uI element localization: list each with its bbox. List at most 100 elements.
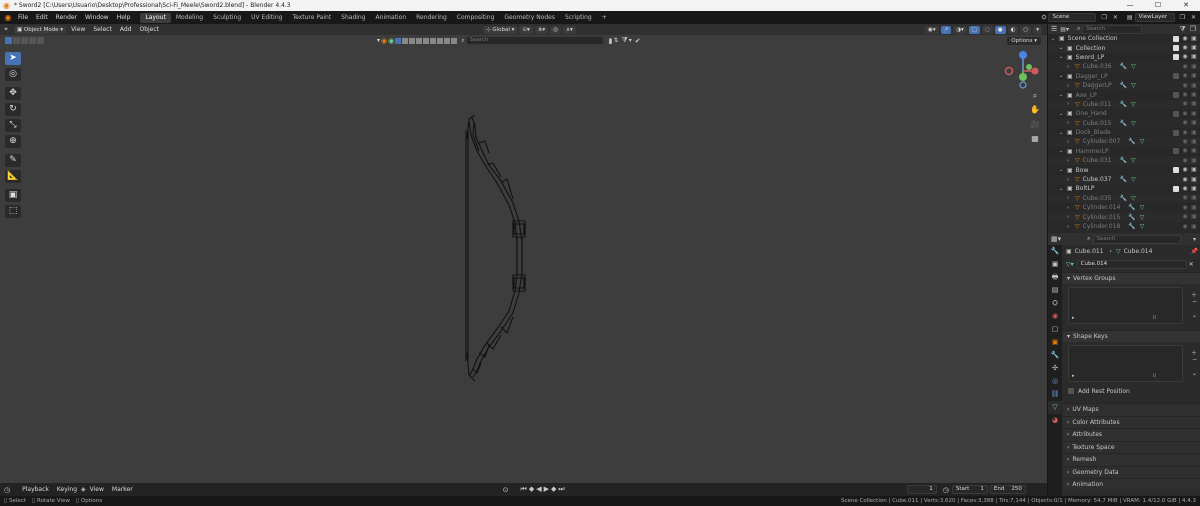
tool-add-object-icon[interactable]: ⬚ [5,205,21,218]
exclude-checkbox[interactable] [1173,129,1179,136]
mesh-data-icon[interactable]: ▽ [1131,195,1136,202]
tool-scale-icon[interactable]: ⤡ [5,119,21,132]
camera-render-icon[interactable]: ▣ [1191,82,1197,89]
scene-field[interactable]: Scene [1048,13,1097,22]
filter-icon-7[interactable] [423,37,430,44]
camera-render-icon[interactable]: ▣ [1191,63,1197,70]
expand-arrow-icon[interactable]: ⌄ [1059,92,1064,98]
outliner-item-name[interactable]: Axe_LP [1076,92,1097,99]
copy-view-layer-icon[interactable]: ❐ [1180,14,1185,21]
tool-rotate-icon[interactable]: ↻ [5,103,21,116]
modifier-icon[interactable]: 🔧 [1128,214,1135,221]
shading-wireframe-icon[interactable]: ◌ [981,25,993,34]
shading-solid-icon[interactable]: ● [994,25,1006,34]
world-tab-icon[interactable]: ◉ [1048,310,1062,323]
current-frame-field[interactable]: 1 [906,485,937,494]
tool-measure-icon[interactable]: 📐 [5,170,21,183]
outliner-item-name[interactable]: Cube.015 [1083,120,1112,127]
tool-cursor-icon[interactable]: ◎ [5,68,21,81]
uv-maps-panel-header[interactable]: › UV Maps [1063,403,1200,416]
outliner-item-name[interactable]: Dagger_LP [1076,73,1108,80]
outliner-item-name[interactable]: Cylinder.015 [1083,214,1121,221]
tab-compositing[interactable]: Compositing [452,13,500,23]
expand-arrow-icon[interactable]: › [1067,64,1072,70]
tool-tab-icon[interactable]: 🔧 [1048,245,1062,258]
camera-render-icon[interactable]: ▣ [1191,204,1197,211]
eye-icon[interactable]: ◉ [1182,167,1188,173]
delete-view-layer-icon[interactable]: ✕ [1191,14,1196,21]
camera-render-icon[interactable]: ▣ [1191,73,1197,79]
shape-keys-resize-icon[interactable]: ▸ [1072,373,1075,379]
outliner-row[interactable]: › ▽ Cube.031 🔧 ▽ ◉ ▣ [1048,156,1200,166]
funnel-dropdown-icon[interactable]: ▾ [629,37,632,44]
overlay-toggle-icon[interactable]: ◑▾ [953,25,967,34]
exclude-checkbox[interactable] [1173,167,1179,174]
eye-icon[interactable]: ◉ [1182,148,1188,154]
outliner-filter-icon[interactable]: ⧩ [1179,25,1185,34]
outliner-item-name[interactable]: Dock_Blade [1076,129,1111,136]
zoom-view-icon[interactable]: ⌕ [1029,90,1041,102]
modifier-icon[interactable]: 🔧 [1128,204,1135,211]
play-reverse-icon[interactable]: ◀ [536,485,543,493]
object-data-tab-icon[interactable]: ▽ [1048,401,1062,414]
attributes-panel-header[interactable]: › Attributes [1063,428,1200,441]
filter-icon-11[interactable] [451,37,458,44]
modifier-icon[interactable]: 🔧 [1119,101,1126,108]
scene-tab-icon[interactable]: ⛭ [1048,297,1062,310]
outliner-row[interactable]: ⌄ ▣ One_Hand ◉ ▣ [1048,109,1200,118]
outliner-item-name[interactable]: Collection [1076,45,1106,52]
tab-uv-editing[interactable]: UV Editing [246,13,287,23]
menu-window[interactable]: Window [81,14,113,21]
end-frame-field[interactable]: End 250 [989,485,1026,494]
camera-render-icon[interactable]: ▣ [1191,120,1197,126]
bow-mesh[interactable] [455,113,545,383]
options-button[interactable]: Options ▾ [1007,37,1041,45]
outliner-item-name[interactable]: Cylinder.014 [1083,204,1121,211]
mode-selector[interactable]: ▣ Object Mode ▾ [13,25,67,34]
vertex-group-menu-icon[interactable]: ⌄ [1192,312,1197,319]
outliner-row[interactable]: ⌄ ▣ HammerLP ◉ ▣ [1048,147,1200,156]
filter-icon-2[interactable]: ◉ [388,37,394,45]
display-mode-icon[interactable]: ▤▾ [1060,26,1069,33]
eye-icon[interactable]: ◉ [1182,195,1188,201]
menu-help[interactable]: Help [113,14,135,21]
camera-render-icon[interactable]: ▣ [1191,35,1197,42]
tab-animation[interactable]: Animation [371,13,412,23]
outliner-item-name[interactable]: BoltLP [1076,185,1095,192]
filter-icon-8[interactable] [430,37,437,44]
vertex-groups-list[interactable]: ▸ ⁞⁞ ＋ − ⌄ [1068,287,1197,324]
filter-icon-10[interactable] [444,37,451,44]
outliner-row[interactable]: ⌄ ▣ Bow ◉ ▣ [1048,165,1200,174]
properties-search-input[interactable]: Search [1092,234,1181,244]
new-collection-icon[interactable]: ❐ [1190,25,1196,33]
outliner-item-name[interactable]: HammerLP [1076,148,1109,155]
mesh-data-icon[interactable]: ▽ [1140,204,1145,211]
menu-view[interactable]: View [67,26,89,33]
modifier-icon[interactable]: 🔧 [1120,82,1127,89]
object-tab-icon[interactable]: ▣ [1048,336,1062,349]
exclude-checkbox[interactable] [1173,54,1179,61]
shading-rendered-icon[interactable]: ○ [1020,25,1032,34]
animation-panel-header[interactable]: › Animation [1063,478,1200,491]
camera-render-icon[interactable]: ▣ [1191,138,1197,145]
funnel-icon[interactable]: ⧩ [622,36,628,45]
outliner-item-name[interactable]: Cylinder.018 [1083,223,1121,230]
object-visibility-icon[interactable]: ◉▾ [925,25,939,34]
eye-icon[interactable]: ◉ [1182,110,1188,117]
eye-icon[interactable]: ◉ [1182,82,1188,89]
falloff-icon[interactable]: ∧▾ [563,25,576,34]
mesh-data-icon[interactable]: ▽ [1131,101,1136,108]
record-icon[interactable]: ⊙ [503,486,509,494]
xray-toggle-icon[interactable]: ▢ [968,25,980,34]
texture-space-panel-header[interactable]: › Texture Space [1063,440,1200,453]
outliner-row[interactable]: › ▽ Cube.011 🔧 ▽ ◉ ▣ [1048,99,1200,110]
modifier-icon[interactable]: 🔧 [1119,195,1126,202]
expand-arrow-icon[interactable]: › [1067,195,1072,201]
camera-render-icon[interactable]: ▣ [1191,45,1197,51]
bookmark-icon[interactable]: ▮ [609,37,613,45]
shape-keys-panel-header[interactable]: ▾ Shape Keys [1063,330,1200,342]
properties-editor-icon[interactable]: ▦▾ [1051,235,1061,243]
eye-icon[interactable]: ◉ [1182,73,1188,79]
remesh-panel-header[interactable]: › Remesh [1063,453,1200,466]
mesh-data-icon[interactable]: ▽ [1131,63,1136,70]
